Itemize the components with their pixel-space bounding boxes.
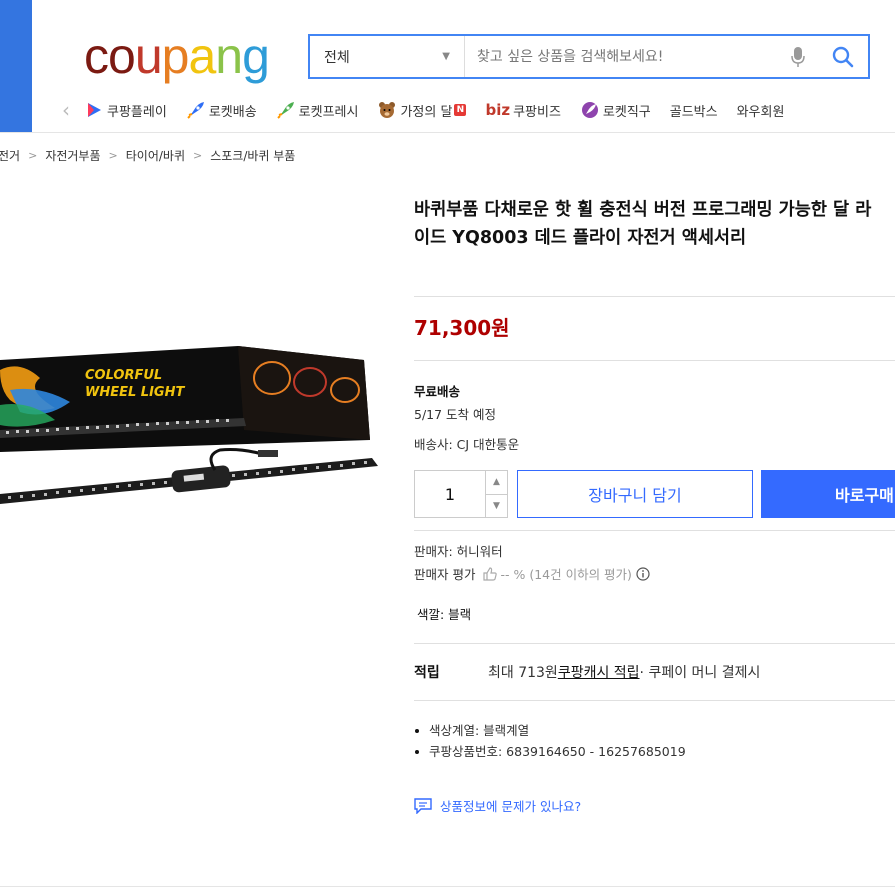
bear-icon (377, 100, 397, 120)
nav-item-coupang-biz[interactable]: biz 쿠팡비즈 (485, 101, 560, 120)
divider (0, 886, 895, 887)
logo-letter: a (188, 28, 216, 84)
nav-item-wow-member[interactable]: 와우회원 (737, 101, 785, 120)
bullet-dot (415, 749, 419, 754)
divider (414, 643, 895, 644)
nav-item-gold-box[interactable]: 골드박스 (670, 101, 718, 120)
nav-item-label: 쿠팡비즈 (513, 104, 561, 120)
reward-suffix: · 쿠페이 머니 결제시 (639, 665, 761, 681)
product-attributes: 색상계열: 블랙계열 쿠팡상품번호: 6839164650 - 16257685… (414, 720, 686, 762)
reward-prefix: 최대 713원 (488, 665, 558, 681)
breadcrumb-item[interactable]: 전거 (0, 147, 20, 164)
svg-text:WHEEL LIGHT: WHEEL LIGHT (85, 385, 185, 400)
divider (414, 296, 895, 297)
nav-item-label: 로켓직구 (602, 104, 651, 120)
nav-item-rocket-direct[interactable]: 로켓직구 (580, 100, 651, 120)
logo-letter: c (84, 28, 109, 84)
breadcrumb-item[interactable]: 스포크/바퀴 부품 (210, 147, 295, 164)
free-shipping-label: 무료배송 (414, 384, 461, 399)
chevron-down-icon: ▼ (442, 51, 450, 62)
nav-item-label: 쿠팡플레이 (107, 104, 167, 120)
chat-icon (414, 797, 432, 814)
search-icon[interactable] (818, 36, 868, 77)
reward-info: 적립 최대 713원 쿠팡캐시 적립 · 쿠페이 머니 결제시 (414, 662, 760, 682)
left-edge-bar (0, 0, 32, 132)
chevron-right-icon: > (108, 149, 118, 162)
divider (414, 700, 895, 701)
seller-name: 판매자: 허니워터 (414, 544, 503, 559)
seller-rating: 판매자 평가 -- % (14건 이하의 평가) (414, 564, 650, 583)
list-item: 색상계열: 블랙계열 (414, 720, 686, 741)
search-category-select[interactable]: 전체 ▼ (310, 36, 465, 77)
info-icon[interactable] (636, 566, 650, 581)
nav-item-label: 로켓프레시 (298, 104, 359, 120)
seller-rating-value: -- % (14건 이하의 평가) (500, 567, 632, 582)
nav-item-label: 골드박스 (669, 104, 718, 120)
product-title: 바퀴부품 다채로운 핫 휠 충전식 버전 프로그래밍 가능한 달 라이드 YQ8… (414, 200, 872, 248)
breadcrumb-item[interactable]: 자전거부품 (45, 147, 100, 164)
nav-item-rocket-delivery[interactable]: 로켓배송 (186, 100, 257, 120)
chevron-left-icon[interactable]: ‹ (62, 98, 70, 122)
list-item: 쿠팡상품번호: 6839164650 - 16257685019 (414, 741, 686, 762)
search-input[interactable] (465, 36, 778, 77)
chevron-right-icon: > (192, 149, 203, 162)
thumbs-up-icon (483, 566, 498, 581)
nav-item-label: 로켓배송 (208, 104, 257, 120)
search-bar: 전체 ▼ (308, 34, 870, 79)
breadcrumb-item[interactable]: 타이어/바퀴 (126, 147, 185, 164)
logo-letter: g (242, 28, 270, 84)
logo-letter: n (215, 28, 243, 84)
product-image-text: COLORFUL (85, 368, 162, 383)
microphone-icon[interactable] (778, 36, 818, 77)
logo-letter: u (134, 28, 163, 84)
logo-letter: p (161, 28, 190, 84)
add-to-cart-button[interactable]: 장바구니 담기 (517, 470, 753, 518)
reward-label: 적립 (414, 665, 440, 681)
search-category-label: 전체 (324, 49, 350, 66)
globe-rocket-icon (580, 100, 600, 120)
divider (414, 530, 895, 531)
logo-letter: o (108, 28, 136, 84)
new-badge: N (454, 104, 467, 116)
category-nav: ‹ 쿠팡플레이 로켓배송 로켓프레시 가정의 달 N biz 쿠팡비즈 로켓직구… (60, 96, 895, 124)
chevron-up-icon[interactable]: ▲ (486, 471, 507, 495)
nav-item-rocket-fresh[interactable]: 로켓프레시 (276, 100, 359, 120)
product-image[interactable]: COLORFUL WHEEL LIGHT (0, 330, 400, 530)
play-icon (84, 100, 104, 120)
report-text: 상품정보에 문제가 있나요? (440, 799, 582, 814)
product-price: 71,300원 (414, 316, 510, 340)
nav-item-label: 가정의 달 (400, 104, 453, 120)
biz-icon: biz (485, 101, 511, 119)
chevron-down-icon[interactable]: ▼ (486, 495, 507, 518)
rocket-fresh-icon (276, 100, 296, 120)
breadcrumb: 전거 > 자전거부품 > 타이어/바퀴 > 스포크/바퀴 부품 (0, 147, 295, 164)
rocket-icon (186, 100, 206, 120)
carrier-info: 배송사: CJ 대한통운 (414, 437, 520, 452)
nav-item-label: 와우회원 (736, 104, 785, 120)
quantity-arrows: ▲ ▼ (485, 471, 507, 517)
report-problem-link[interactable]: 상품정보에 문제가 있나요? (414, 796, 581, 815)
quantity-input[interactable] (415, 471, 485, 517)
arrival-date: 5/17 도착 예정 (414, 407, 497, 422)
nav-item-coupang-play[interactable]: 쿠팡플레이 (84, 100, 167, 120)
buy-now-button[interactable]: 바로구매 (761, 470, 895, 518)
coupang-cash-link[interactable]: 쿠팡캐시 적립 (558, 662, 640, 682)
seller-rating-label: 판매자 평가 (414, 567, 476, 582)
attribute-text: 색상계열: 블랙계열 (429, 723, 530, 738)
header-divider (0, 132, 895, 133)
coupang-logo[interactable]: coupang (84, 26, 270, 86)
chevron-right-icon: > (28, 149, 38, 162)
divider (414, 360, 895, 361)
attribute-text: 쿠팡상품번호: 6839164650 - 16257685019 (429, 744, 686, 759)
bullet-dot (415, 728, 419, 733)
nav-item-family-month[interactable]: 가정의 달 N (377, 100, 467, 120)
quantity-stepper: ▲ ▼ (414, 470, 508, 518)
color-option: 색깔: 블랙 (417, 607, 472, 622)
